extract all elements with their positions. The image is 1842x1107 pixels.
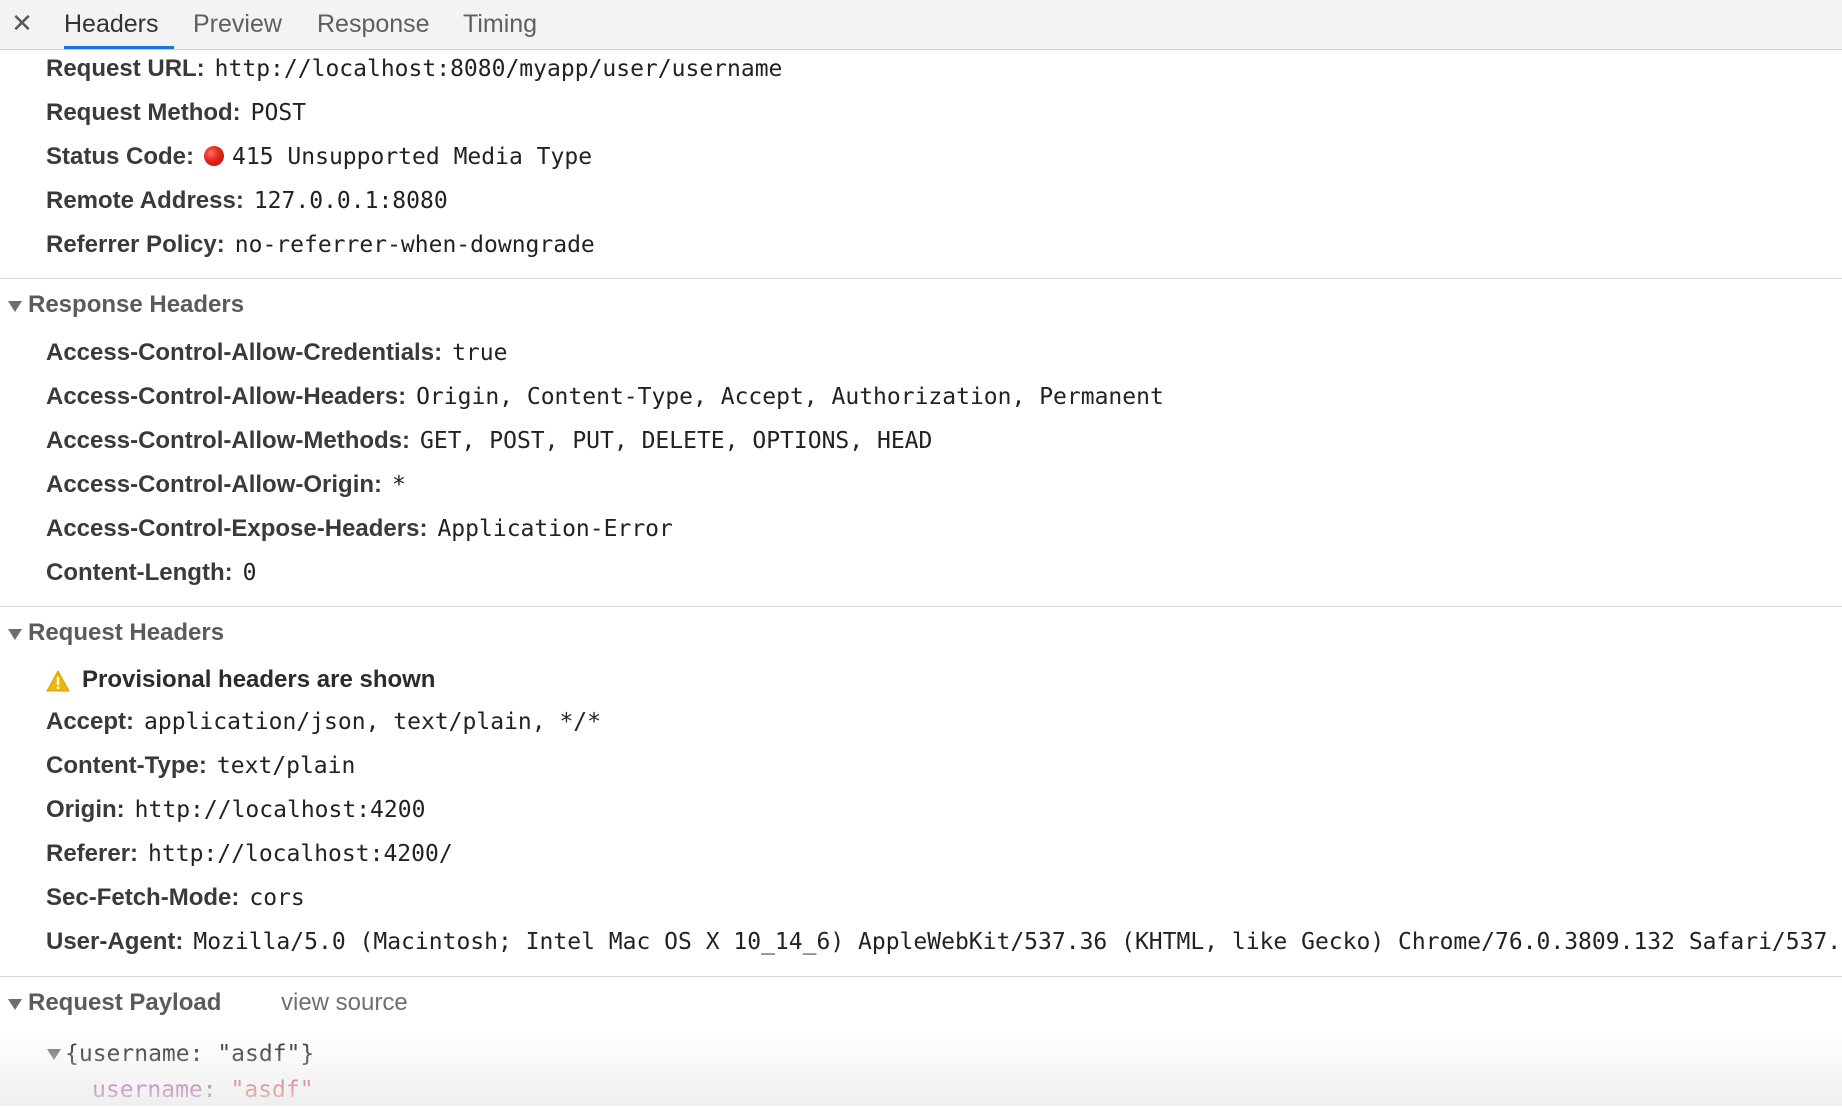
header-key: Access-Control-Allow-Credentials: (46, 339, 443, 366)
header-value: cors (249, 885, 305, 911)
expand-triangle-icon (8, 300, 22, 312)
payload-separator: : (202, 1077, 231, 1103)
header-value: http://localhost:8080/myapp/user/usernam… (214, 56, 783, 82)
section-title: Response Headers (28, 291, 245, 318)
payload-object-row[interactable]: {username: "asdf"} (47, 1037, 314, 1071)
header-key: Referer: (46, 840, 139, 867)
header-value: Application-Error (437, 516, 673, 542)
header-value: text/plain (216, 753, 356, 779)
header-value: POST (250, 100, 307, 126)
tab-response[interactable]: Response (317, 0, 430, 49)
header-value: Mozilla/5.0 (Macintosh; Intel Mac OS X 1… (193, 929, 1842, 955)
header-key: User-Agent: (46, 928, 184, 955)
header-key: Remote Address: (46, 187, 244, 214)
request-header-row: Content-Type: text/plain (46, 749, 355, 783)
payload-field-row: username: "asdf" (92, 1073, 314, 1107)
header-key: Referrer Policy: (46, 231, 225, 258)
header-value: 415 Unsupported Media Type (232, 144, 593, 170)
header-key: Access-Control-Allow-Origin: (46, 471, 383, 498)
request-header-row: Origin: http://localhost:4200 (46, 793, 425, 827)
close-icon[interactable]: ✕ (10, 8, 34, 38)
request-header-row: Accept: application/json, text/plain, */* (46, 705, 601, 739)
request-header-row: User-Agent: Mozilla/5.0 (Macintosh; Intel… (46, 925, 1842, 959)
header-value: true (452, 340, 508, 366)
tab-timing[interactable]: Timing (463, 0, 537, 49)
header-value: Origin, Content-Type, Accept, Authorizat… (416, 384, 1164, 410)
expand-triangle-icon (8, 628, 22, 640)
header-key: Content-Length: (46, 559, 233, 586)
request-header-row: Referer: http://localhost:4200/ (46, 837, 453, 871)
payload-value: "asdf" (230, 1077, 314, 1103)
section-divider (0, 976, 1842, 977)
tab-preview[interactable]: Preview (193, 0, 282, 49)
header-key: Status Code: (46, 143, 195, 170)
section-divider (0, 278, 1842, 279)
response-header-row: Access-Control-Allow-Methods: GET, POST, … (46, 424, 932, 458)
header-key: Access-Control-Allow-Methods: (46, 427, 411, 454)
section-title: Request Headers (28, 619, 225, 646)
response-header-row: Access-Control-Expose-Headers: Applicatio… (46, 512, 673, 546)
header-key: Sec-Fetch-Mode: (46, 884, 240, 911)
header-key: Origin: (46, 796, 125, 823)
header-value: GET, POST, PUT, DELETE, OPTIONS, HEAD (420, 428, 933, 454)
response-header-row: Access-Control-Allow-Headers: Origin, Con… (46, 380, 1164, 414)
header-value: http://localhost:4200/ (148, 841, 453, 867)
header-value: 127.0.0.1:8080 (253, 188, 448, 214)
header-value: 0 (242, 560, 257, 586)
header-value: http://localhost:4200 (134, 797, 426, 823)
general-status-code: Status Code: 415 Unsupported Media Type (46, 140, 592, 174)
header-key: Content-Type: (46, 752, 207, 779)
payload-key: username (92, 1077, 203, 1103)
view-source-link[interactable]: view source (281, 985, 408, 1021)
general-request-method: Request Method: POST (46, 96, 306, 130)
header-key: Access-Control-Allow-Headers: (46, 383, 407, 410)
payload-summary: {username: "asdf"} (65, 1041, 315, 1067)
section-divider (0, 606, 1842, 607)
request-headers-section-toggle[interactable]: Request Headers (8, 615, 224, 651)
response-headers-section-toggle[interactable]: Response Headers (8, 287, 244, 323)
expand-triangle-icon (8, 998, 22, 1010)
warning-icon (46, 669, 70, 692)
devtools-tab-bar: ✕ Headers Preview Response Timing (0, 0, 1842, 50)
view-source-label: view source (281, 989, 408, 1016)
general-remote-address: Remote Address: 127.0.0.1:8080 (46, 184, 448, 218)
header-value: no-referrer-when-downgrade (234, 232, 595, 258)
header-value: application/json, text/plain, */* (144, 709, 601, 735)
general-request-url: Request URL: http://localhost:8080/myapp/… (46, 52, 782, 86)
request-header-row: Sec-Fetch-Mode: cors (46, 881, 305, 915)
header-key: Access-Control-Expose-Headers: (46, 515, 428, 542)
response-header-row: Access-Control-Allow-Origin: * (46, 468, 406, 502)
tab-headers[interactable]: Headers (64, 0, 174, 49)
header-value: * (392, 472, 406, 498)
warning-text: Provisional headers are shown (82, 666, 436, 693)
general-referrer-policy: Referrer Policy: no-referrer-when-downgra… (46, 228, 595, 262)
status-error-dot-icon (204, 145, 225, 166)
response-header-row: Access-Control-Allow-Credentials: true (46, 336, 507, 370)
header-key: Request URL: (46, 55, 205, 82)
header-key: Accept: (46, 708, 135, 735)
section-title: Request Payload (28, 989, 222, 1016)
header-key: Request Method: (46, 99, 241, 126)
provisional-headers-warning: Provisional headers are shown (46, 663, 435, 697)
response-header-row: Content-Length: 0 (46, 556, 256, 590)
expand-triangle-icon[interactable] (47, 1049, 61, 1060)
